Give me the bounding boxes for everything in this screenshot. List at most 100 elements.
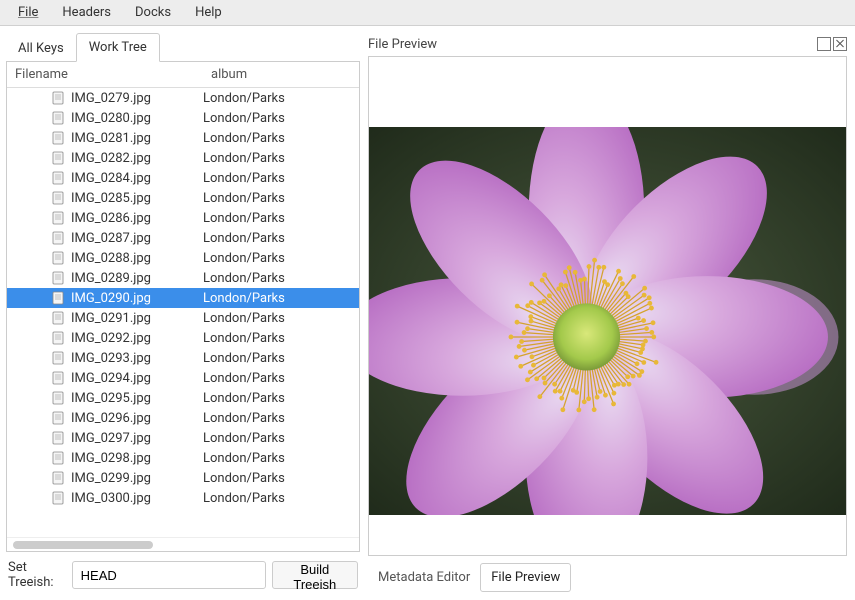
cell-filename: IMG_0298.jpg <box>71 451 203 466</box>
preview-image <box>369 127 846 515</box>
file-icon <box>51 411 65 425</box>
table-row[interactable]: IMG_0296.jpgLondon/Parks <box>7 408 359 428</box>
cell-filename: IMG_0296.jpg <box>71 411 203 426</box>
cell-album: London/Parks <box>203 451 359 466</box>
file-icon <box>51 271 65 285</box>
tab-all-keys[interactable]: All Keys <box>6 35 76 62</box>
table-row[interactable]: IMG_0299.jpgLondon/Parks <box>7 468 359 488</box>
cell-filename: IMG_0286.jpg <box>71 211 203 226</box>
table-row[interactable]: IMG_0286.jpgLondon/Parks <box>7 208 359 228</box>
close-icon[interactable] <box>833 37 847 51</box>
cell-album: London/Parks <box>203 311 359 326</box>
file-icon <box>51 151 65 165</box>
left-tabs: All KeysWork Tree <box>6 32 360 62</box>
cell-album: London/Parks <box>203 491 359 506</box>
tab-work-tree[interactable]: Work Tree <box>76 33 160 62</box>
table-row[interactable]: IMG_0292.jpgLondon/Parks <box>7 328 359 348</box>
cell-filename: IMG_0287.jpg <box>71 231 203 246</box>
cell-album: London/Parks <box>203 231 359 246</box>
menu-docks[interactable]: Docks <box>123 1 183 24</box>
file-icon <box>51 211 65 225</box>
table-row[interactable]: IMG_0295.jpgLondon/Parks <box>7 388 359 408</box>
menu-help[interactable]: Help <box>183 1 234 24</box>
table-headers: Filename album <box>7 62 359 88</box>
table-row[interactable]: IMG_0294.jpgLondon/Parks <box>7 368 359 388</box>
table-row[interactable]: IMG_0298.jpgLondon/Parks <box>7 448 359 468</box>
cell-album: London/Parks <box>203 351 359 366</box>
cell-filename: IMG_0294.jpg <box>71 371 203 386</box>
table-row[interactable]: IMG_0289.jpgLondon/Parks <box>7 268 359 288</box>
file-table: Filename album IMG_0279.jpgLondon/ParksI… <box>6 61 360 552</box>
table-row[interactable]: IMG_0284.jpgLondon/Parks <box>7 168 359 188</box>
cell-filename: IMG_0292.jpg <box>71 331 203 346</box>
minimize-icon[interactable] <box>817 37 831 51</box>
rtab-metadata-editor[interactable]: Metadata Editor <box>368 564 480 591</box>
cell-album: London/Parks <box>203 171 359 186</box>
cell-filename: IMG_0300.jpg <box>71 491 203 506</box>
file-icon <box>51 91 65 105</box>
file-icon <box>51 131 65 145</box>
cell-album: London/Parks <box>203 131 359 146</box>
menu-headers[interactable]: Headers <box>50 1 123 24</box>
h-scrollbar[interactable] <box>7 537 359 551</box>
treeish-bar: Set Treeish: Build Treeish <box>6 552 360 594</box>
rtab-file-preview[interactable]: File Preview <box>480 563 571 592</box>
table-row[interactable]: IMG_0290.jpgLondon/Parks <box>7 288 359 308</box>
file-icon <box>51 311 65 325</box>
treeish-label: Set Treeish: <box>8 560 66 590</box>
table-row[interactable]: IMG_0285.jpgLondon/Parks <box>7 188 359 208</box>
col-album[interactable]: album <box>203 62 359 87</box>
file-icon <box>51 251 65 265</box>
cell-filename: IMG_0285.jpg <box>71 191 203 206</box>
h-scrollbar-thumb[interactable] <box>13 541 153 549</box>
cell-album: London/Parks <box>203 271 359 286</box>
build-treeish-button[interactable]: Build Treeish <box>272 561 358 589</box>
cell-album: London/Parks <box>203 371 359 386</box>
cell-album: London/Parks <box>203 191 359 206</box>
cell-filename: IMG_0280.jpg <box>71 111 203 126</box>
table-row[interactable]: IMG_0280.jpgLondon/Parks <box>7 108 359 128</box>
right-panel: File Preview <box>360 26 855 600</box>
cell-album: London/Parks <box>203 151 359 166</box>
table-row[interactable]: IMG_0279.jpgLondon/Parks <box>7 88 359 108</box>
cell-album: London/Parks <box>203 111 359 126</box>
table-row[interactable]: IMG_0291.jpgLondon/Parks <box>7 308 359 328</box>
cell-filename: IMG_0279.jpg <box>71 91 203 106</box>
preview-title: File Preview <box>368 37 815 52</box>
cell-album: London/Parks <box>203 251 359 266</box>
table-row[interactable]: IMG_0281.jpgLondon/Parks <box>7 128 359 148</box>
table-row[interactable]: IMG_0300.jpgLondon/Parks <box>7 488 359 508</box>
cell-filename: IMG_0299.jpg <box>71 471 203 486</box>
cell-filename: IMG_0295.jpg <box>71 391 203 406</box>
file-icon <box>51 171 65 185</box>
table-row[interactable]: IMG_0287.jpgLondon/Parks <box>7 228 359 248</box>
cell-album: London/Parks <box>203 411 359 426</box>
file-icon <box>51 491 65 505</box>
menubar: FileHeadersDocksHelp <box>0 0 855 26</box>
cell-album: London/Parks <box>203 431 359 446</box>
file-icon <box>51 191 65 205</box>
cell-filename: IMG_0293.jpg <box>71 351 203 366</box>
file-icon <box>51 291 65 305</box>
cell-filename: IMG_0282.jpg <box>71 151 203 166</box>
menu-file[interactable]: File <box>6 1 50 24</box>
file-icon <box>51 231 65 245</box>
preview-body <box>368 56 847 556</box>
cell-filename: IMG_0289.jpg <box>71 271 203 286</box>
file-icon <box>51 451 65 465</box>
table-row[interactable]: IMG_0282.jpgLondon/Parks <box>7 148 359 168</box>
table-row[interactable]: IMG_0293.jpgLondon/Parks <box>7 348 359 368</box>
cell-album: London/Parks <box>203 391 359 406</box>
table-row[interactable]: IMG_0297.jpgLondon/Parks <box>7 428 359 448</box>
cell-filename: IMG_0297.jpg <box>71 431 203 446</box>
cell-album: London/Parks <box>203 331 359 346</box>
cell-album: London/Parks <box>203 91 359 106</box>
table-rows[interactable]: IMG_0279.jpgLondon/ParksIMG_0280.jpgLond… <box>7 88 359 537</box>
file-icon <box>51 391 65 405</box>
col-filename[interactable]: Filename <box>7 62 203 87</box>
cell-filename: IMG_0290.jpg <box>71 291 203 306</box>
treeish-input[interactable] <box>72 561 266 589</box>
cell-album: London/Parks <box>203 471 359 486</box>
file-icon <box>51 351 65 365</box>
table-row[interactable]: IMG_0288.jpgLondon/Parks <box>7 248 359 268</box>
